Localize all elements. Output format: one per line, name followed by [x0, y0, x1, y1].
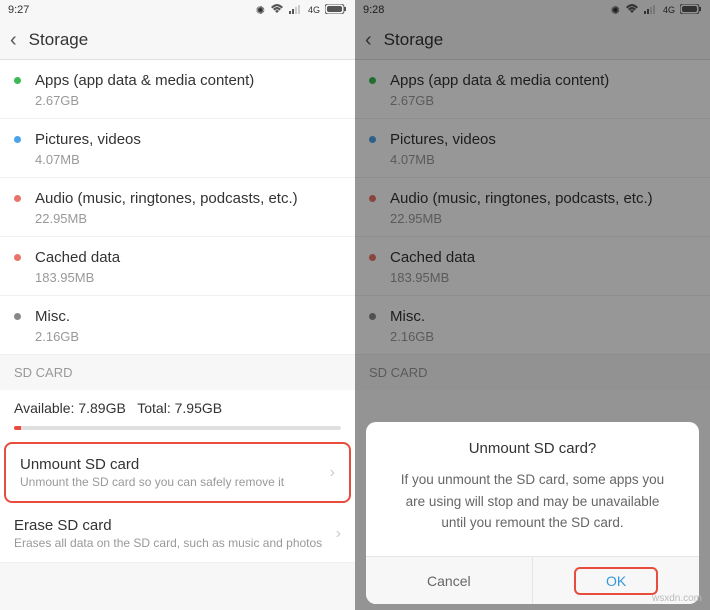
action-title: Erase SD card: [14, 517, 336, 534]
dialog-overlay: Unmount SD card? If you unmount the SD c…: [355, 0, 710, 610]
chevron-right-icon: ›: [330, 464, 335, 482]
signal-icon: [289, 4, 303, 17]
dialog-message: If you unmount the SD card, some apps yo…: [366, 469, 700, 556]
item-size: 2.67GB: [35, 93, 341, 108]
dot-icon: [14, 313, 21, 320]
chevron-right-icon: ›: [336, 525, 341, 543]
list-item-misc[interactable]: Misc. 2.16GB: [0, 296, 355, 355]
list-item-audio[interactable]: Audio (music, ringtones, podcasts, etc.)…: [0, 178, 355, 237]
vibrate-icon: ✺: [256, 4, 265, 17]
item-title: Cached data: [35, 247, 341, 268]
list-item-cached[interactable]: Cached data 183.95MB: [0, 237, 355, 296]
battery-icon: [325, 4, 347, 17]
item-size: 4.07MB: [35, 152, 341, 167]
unmount-sd-card[interactable]: Unmount SD card Unmount the SD card so y…: [4, 442, 351, 503]
status-bar: 9:27 ✺ 4G: [0, 0, 355, 20]
item-title: Apps (app data & media content): [35, 70, 341, 91]
status-time: 9:27: [8, 4, 29, 16]
list-item-apps[interactable]: Apps (app data & media content) 2.67GB: [0, 60, 355, 119]
dialog-buttons: Cancel OK: [366, 556, 700, 604]
header: ‹ Storage: [0, 20, 355, 60]
action-desc: Unmount the SD card so you can safely re…: [20, 475, 330, 489]
item-size: 22.95MB: [35, 211, 341, 226]
wifi-icon: [270, 3, 284, 18]
item-title: Audio (music, ringtones, podcasts, etc.): [35, 188, 341, 209]
section-sd-card: SD CARD: [0, 355, 355, 390]
sd-summary-text: Available: 7.89GB Total: 7.95GB: [14, 400, 341, 416]
content: Apps (app data & media content) 2.67GB P…: [0, 60, 355, 563]
item-size: 183.95MB: [35, 270, 341, 285]
sd-summary: Available: 7.89GB Total: 7.95GB: [0, 390, 355, 440]
dialog-title: Unmount SD card?: [366, 422, 700, 469]
item-title: Pictures, videos: [35, 129, 341, 150]
phone-right: 9:28 ✺ 4G ‹ Storage Apps (app data & med…: [355, 0, 710, 610]
progress-bar: [14, 426, 341, 430]
progress-fill: [14, 426, 21, 430]
action-desc: Erases all data on the SD card, such as …: [14, 536, 336, 550]
erase-sd-card[interactable]: Erase SD card Erases all data on the SD …: [0, 505, 355, 563]
dot-icon: [14, 254, 21, 261]
page-title: Storage: [29, 30, 89, 50]
cancel-button[interactable]: Cancel: [366, 557, 533, 604]
dot-icon: [14, 195, 21, 202]
item-title: Misc.: [35, 306, 341, 327]
phone-left: 9:27 ✺ 4G ‹ Storage Apps (app data & med…: [0, 0, 355, 610]
network-4g-icon: 4G: [308, 5, 320, 15]
back-icon[interactable]: ‹: [10, 30, 17, 50]
dot-icon: [14, 77, 21, 84]
status-icons: ✺ 4G: [256, 3, 347, 18]
action-title: Unmount SD card: [20, 456, 330, 473]
watermark: wsxdn.com: [652, 593, 702, 604]
unmount-dialog: Unmount SD card? If you unmount the SD c…: [366, 422, 700, 604]
dot-icon: [14, 136, 21, 143]
item-size: 2.16GB: [35, 329, 341, 344]
list-item-pictures[interactable]: Pictures, videos 4.07MB: [0, 119, 355, 178]
